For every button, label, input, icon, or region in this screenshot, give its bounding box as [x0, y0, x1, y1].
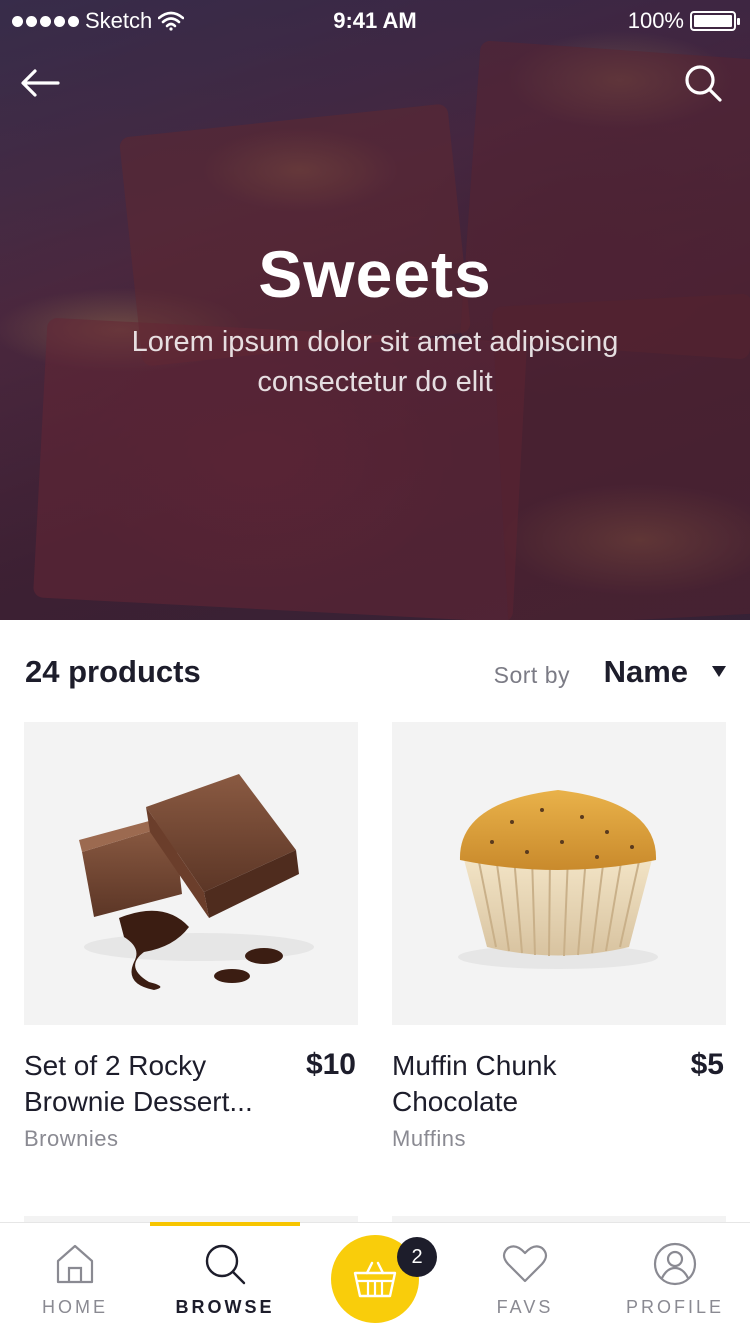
search-icon	[685, 65, 722, 102]
product-name: Set of 2 Rocky Brownie Dessert...	[24, 1048, 294, 1120]
product-name-line2: Brownie Dessert...	[24, 1086, 253, 1117]
product-name-line1: Muffin Chunk	[392, 1050, 557, 1081]
product-card[interactable]: Muffin Chunk Chocolate $5 Muffins	[392, 722, 726, 1151]
tab-home-label: HOME	[42, 1297, 108, 1317]
cart-count-badge: 2	[397, 1237, 437, 1277]
product-price: $10	[305, 1048, 356, 1081]
tab-browse[interactable]: BROWSE	[150, 1223, 300, 1334]
product-name-line1: Set of 2 Rocky	[24, 1050, 207, 1081]
profile-icon	[653, 1242, 697, 1286]
caret-down-icon[interactable]	[712, 666, 726, 677]
tab-browse-label: BROWSE	[175, 1297, 275, 1317]
product-category: Muffins	[392, 1126, 467, 1151]
product-category: Brownies	[24, 1126, 119, 1151]
basket-icon	[353, 1261, 397, 1298]
sort-label: Sort by	[493, 662, 570, 688]
page-title: Sweets	[258, 237, 492, 311]
tab-home[interactable]: HOME	[0, 1223, 150, 1334]
tab-favs-label: FAVS	[496, 1297, 554, 1317]
status-bar: Sketch 9:41 AM 100%	[0, 0, 750, 40]
search-icon	[205, 1244, 246, 1285]
page-subtitle: Lorem ipsum dolor sit amet adipiscing co…	[131, 326, 619, 398]
product-name: Muffin Chunk Chocolate	[392, 1048, 662, 1120]
battery-icon	[690, 11, 740, 31]
arrow-left-icon	[21, 69, 60, 97]
product-name-line2: Chocolate	[392, 1086, 519, 1117]
product-count: 24 products	[25, 654, 201, 689]
product-card[interactable]: Set of 2 Rocky Brownie Dessert... $10 Br…	[24, 722, 358, 1151]
battery-percent: 100%	[627, 8, 684, 33]
back-button[interactable]	[15, 58, 65, 108]
sort-dropdown[interactable]: Name	[604, 654, 688, 690]
tab-favs[interactable]: FAVS	[450, 1223, 600, 1334]
home-icon	[56, 1244, 94, 1284]
list-header: 24 products Sort by Name	[25, 650, 730, 700]
product-image	[392, 722, 726, 1025]
tab-profile-label: PROFILE	[625, 1297, 725, 1317]
product-price: $5	[690, 1048, 724, 1081]
search-button[interactable]	[678, 58, 728, 108]
tab-profile[interactable]: PROFILE	[600, 1223, 750, 1334]
product-image	[24, 722, 358, 1025]
tab-bar: HOME BROWSE 2 FAVS PROFILE	[0, 1222, 750, 1334]
heart-icon	[502, 1245, 548, 1283]
